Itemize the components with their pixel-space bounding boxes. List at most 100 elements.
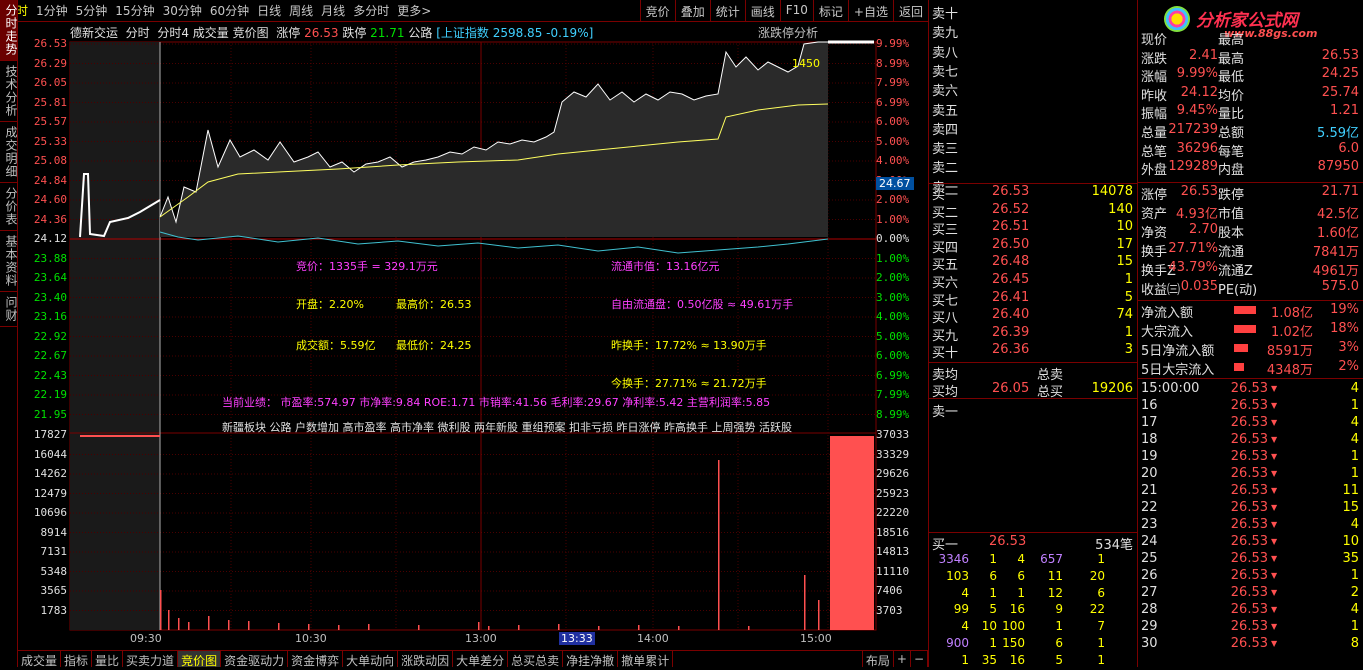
float-mv-info: 流通市值：13.16亿元 [611,260,720,273]
sell-level-label: 卖二 [932,161,959,177]
queue-cell: 99 [953,602,969,617]
add-button[interactable]: + [894,651,911,667]
left-side-tabs: 分时走势 技术分析 成交明细 分价表 基本资料 问财 [0,0,18,667]
down-arrow-icon: ▼ [1271,571,1278,580]
sell-level-label: 卖三 [932,142,959,158]
period-tab-3[interactable]: 15分钟 [111,2,158,19]
buy-level-price: 26.53 [992,184,1030,199]
quote-label: 涨幅 [1141,70,1168,86]
left-tab-0[interactable]: 分时走势 [0,0,18,61]
indicator-tab-2[interactable]: 量比 [92,651,124,668]
buy-level-row[interactable]: 买九 26.39 1 [929,324,1137,344]
quote-row: 现价 最高 [1138,28,1363,48]
remove-button[interactable]: − [911,651,928,667]
tick-time: 17 [1141,415,1158,430]
toolbar-button-1[interactable]: 叠加 [674,0,710,22]
toolbar-button-4[interactable]: F10 [779,0,813,22]
indicator-tab-7[interactable]: 大单动向 [343,651,399,668]
period-tab-8[interactable]: 月线 [317,2,349,19]
buy-level-row[interactable]: 买八 26.40 74 [929,306,1137,326]
indicator-tab-4[interactable]: 竞价图 [178,651,222,668]
queue-cell: 11 [1047,568,1063,583]
price-tick: 23.64 [33,271,67,284]
flow-label: 5日净流入额 [1141,344,1215,359]
tick-time: 25 [1141,551,1158,566]
buy-level-row[interactable]: 买十 26.36 3 [929,341,1137,361]
layout-button[interactable]: 布局 [861,651,894,668]
queue-cell: 1 [1017,585,1025,600]
sell-avg-row: 卖均 总卖 [929,363,1137,383]
toolbar-button-2[interactable]: 统计 [709,0,745,22]
indicator-tab-12[interactable]: 撤单累计 [618,651,674,668]
period-tab-10[interactable]: 更多> [393,2,435,19]
chart-canvas [69,40,877,631]
toolbar-button-5[interactable]: 标记 [812,0,848,22]
quote-label: 现价 [1141,33,1168,48]
toolbar-button-7[interactable]: 返回 [892,0,928,22]
volume-tick: 12479 [33,486,67,500]
indicator-tab-3[interactable]: 买卖力道 [123,651,179,668]
down-arrow-icon: ▼ [1271,503,1278,512]
tick-time: 28 [1141,602,1158,617]
period-tab-2[interactable]: 5分钟 [72,2,112,19]
buy-level-row[interactable]: 买三 26.51 10 [929,218,1137,238]
quote-value: 9.99% [1176,66,1218,82]
intraday-chart[interactable]: 德新交运 分时 分时4 成交量 竞价图 涨停 26.53 跌停 21.71 公路… [18,22,928,651]
tick-row: 19 26.53 ▼ 1 [1138,448,1363,466]
fundamental-row: 换手 27.71% 流通 7841万 [1138,240,1363,260]
buy-level-row[interactable]: 买二 26.52 140 [929,201,1137,221]
indicator-tab-11[interactable]: 净挂净撤 [563,651,619,668]
tick-volume: 2 [1350,585,1359,600]
tick-volume: 1 [1350,619,1359,634]
left-tab-5[interactable]: 问财 [0,292,18,327]
tick-price: 26.53 [1230,585,1268,600]
pct-tick: 7.99% [876,76,910,89]
flow-row: 5日净流入额 8591万 3% [1138,339,1363,359]
left-tab-3[interactable]: 分价表 [0,183,18,231]
quote-value: 7841万 [1312,245,1359,260]
period-tab-6[interactable]: 日线 [253,2,285,19]
period-tab-5[interactable]: 60分钟 [206,2,253,19]
period-tab-9[interactable]: 多分时 [349,2,393,19]
tick-price: 26.53 [1230,534,1268,549]
price-tag: 1450 [792,57,820,70]
price-tick: 24.36 [33,212,67,226]
buy-level-volume: 5 [1124,289,1133,305]
volume-bar [518,625,520,630]
indicator-tab-6[interactable]: 资金博弈 [288,651,344,668]
period-tab-4[interactable]: 30分钟 [159,2,206,19]
buy-level-volume: 1 [1124,324,1133,340]
indicator-tab-10[interactable]: 总买总卖 [508,651,564,668]
buy-level-price: 26.45 [992,272,1030,287]
buy-level-row[interactable]: 买四 26.50 17 [929,236,1137,256]
buy-level-volume: 1 [1124,272,1133,287]
buy-level-row[interactable]: 买五 26.48 15 [929,253,1137,273]
period-tab-1[interactable]: 1分钟 [32,2,72,19]
left-tab-4[interactable]: 基本资料 [0,231,18,292]
period-toolbar: 分时1分钟5分钟15分钟30分钟60分钟日线周线月线多分时更多>竞价叠加统计画线… [0,0,928,22]
indicator-tab-1[interactable]: 指标 [61,651,93,668]
tick-price: 26.53 [1230,415,1268,430]
indicator-tab-8[interactable]: 涨跌动因 [398,651,454,668]
buy-level-volume: 15 [1116,254,1133,270]
buy-level-row[interactable]: 买一 26.53 14078 [929,183,1137,203]
indicator-tab-0[interactable]: 成交量 [18,651,62,668]
toolbar-button-0[interactable]: 竞价 [639,0,675,22]
tick-row: 18 26.53 ▼ 4 [1138,431,1363,449]
tick-row: 17 26.53 ▼ 4 [1138,414,1363,432]
volume-tick: 3565 [40,584,68,597]
sell-level-label: 卖六 [932,84,959,100]
left-tab-1[interactable]: 技术分析 [0,61,18,122]
down-arrow-icon: ▼ [1271,435,1278,444]
indicator-tab-9[interactable]: 大单差分 [453,651,509,668]
volume-bar [178,618,180,630]
period-tab-7[interactable]: 周线 [285,2,317,19]
indicator-tab-5[interactable]: 资金驱动力 [221,651,289,668]
toolbar-button-6[interactable]: +自选 [847,0,893,22]
toolbar-button-3[interactable]: 画线 [744,0,780,22]
buy-level-row[interactable]: 买六 26.45 1 [929,271,1137,291]
left-tab-2[interactable]: 成交明细 [0,122,18,183]
buy-level-row[interactable]: 买七 26.41 5 [929,289,1137,309]
quote-label: 量比 [1218,107,1245,123]
queue-cell: 10 [981,619,997,634]
